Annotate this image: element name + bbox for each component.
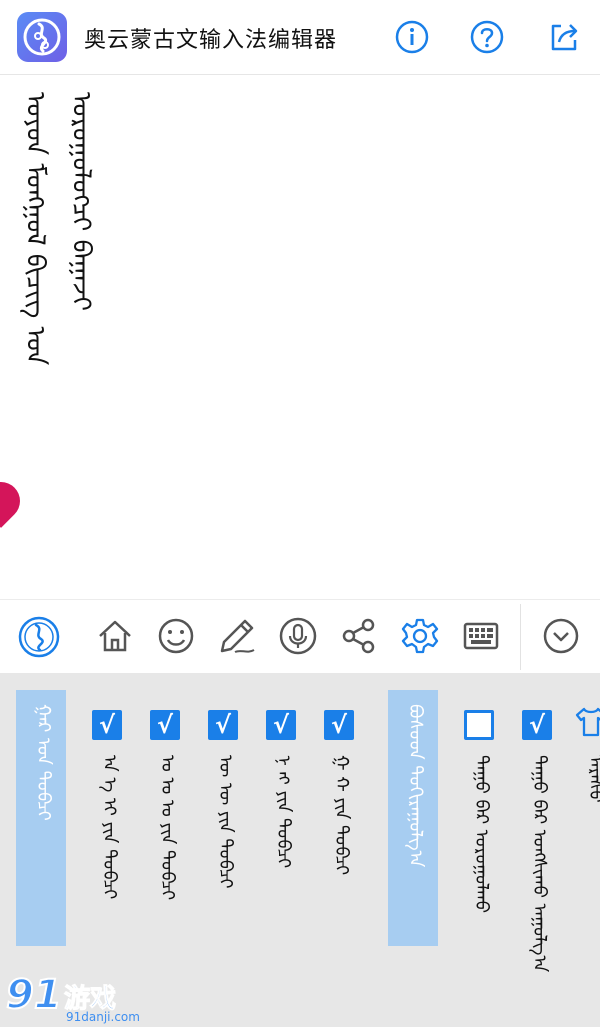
gear-icon [401, 618, 439, 654]
skin-theme-button[interactable] [574, 705, 600, 739]
option-label-4: ᠨ ᠩ ᠶᠢᠨ ᠲᠣᠪᠴᠢ [273, 755, 294, 869]
editor-text[interactable]: ᠣᠶᠤᠨ ᠮᠣᠩᠭᠣᠯ ᠪᠢᠴᠢᠭ ᠤᠨ ᠣᠷᠣᠭᠤᠯᠤᠭ᠌ᠴᠢ ᠪᠠᠭᠠᠵᠢ [12, 92, 104, 472]
handwriting-button[interactable] [217, 616, 257, 656]
app-logo-icon [17, 12, 67, 62]
collapse-button[interactable] [541, 616, 581, 656]
option-checkbox-5[interactable]: √ [324, 710, 354, 740]
home-icon [99, 620, 131, 652]
export-button[interactable] [547, 20, 581, 54]
option-checkbox-4[interactable]: √ [266, 710, 296, 740]
text-editor[interactable]: ᠣᠶᠤᠨ ᠮᠣᠩᠭᠣᠯ ᠪᠢᠴᠢᠭ ᠤᠨ ᠣᠷᠣᠭᠤᠯᠤᠭ᠌ᠴᠢ ᠪᠠᠭᠠᠵᠢ [0, 75, 600, 599]
cursor-handle[interactable] [0, 474, 28, 528]
share-export-icon [551, 24, 578, 51]
emoji-icon [158, 618, 194, 654]
option-label-7: ᠳᠠᠭᠤ ᠪᠠᠷ ᠤᠩᠰᠢᠬᠤ ᠠᠭᠤᠯᠭ᠎ᠠ [529, 755, 550, 973]
help-button[interactable] [470, 20, 504, 54]
toolbar-divider [520, 604, 521, 670]
help-icon [470, 20, 504, 54]
microphone-icon [279, 617, 317, 655]
option-label-1: ᠠ ᠡ ᠢ ᠶᠢᠨ ᠲᠣᠪᠴᠢ [99, 755, 120, 900]
chevron-down-icon [543, 618, 579, 654]
option-checkbox-6[interactable] [464, 710, 494, 740]
app-logo-icon [18, 616, 60, 658]
option-checkbox-3[interactable]: √ [208, 710, 238, 740]
keyboard-button[interactable] [461, 616, 501, 656]
app-title: 奥云蒙古文输入法编辑器 [84, 28, 338, 53]
watermark-logo: 91 游戏 91danji.com [5, 971, 140, 1024]
option-checkbox-2[interactable]: √ [150, 710, 180, 740]
group-header-other: ᠪᠤᠰᠤᠳ ᠲᠣᠬᠢᠷᠠᠭᠤᠯᠭ᠎ᠠ [388, 690, 438, 946]
info-button[interactable] [395, 20, 429, 54]
home-button[interactable] [95, 616, 135, 656]
option-label-5: ᠭ ᠬ ᠶᠢᠨ ᠲᠣᠪᠴᠢ [331, 755, 352, 876]
pencil-icon [220, 619, 255, 653]
emoji-button[interactable] [156, 616, 196, 656]
keyboard-icon [463, 622, 499, 650]
option-label-8: ᠠᠷᠠᠰᠤ [585, 755, 600, 803]
shirt-icon [575, 707, 600, 737]
group-header-keyboard: ᠭᠠᠷ ᠤᠨ ᠲᠣᠪᠴᠢ [16, 690, 66, 946]
settings-button[interactable] [400, 616, 440, 656]
share-button[interactable] [339, 616, 379, 656]
info-icon [395, 20, 429, 54]
option-label-6: ᠳᠠᠭᠤ ᠪᠠᠷ ᠣᠷᠣᠭᠤᠯᠬᠤ [471, 755, 492, 914]
app-logo-button[interactable] [18, 616, 60, 658]
option-label-3: ᠥ ᠦ ᠶᠢᠨ ᠲᠣᠪᠴᠢ [215, 755, 236, 889]
option-checkbox-1[interactable]: √ [92, 710, 122, 740]
option-label-2: ᠣ ᠣ ᠤ ᠶᠢᠨ ᠲᠣᠪᠴᠢ [157, 755, 178, 901]
share-icon [342, 618, 375, 654]
app-header: 奥云蒙古文输入法编辑器 [0, 0, 600, 75]
option-checkbox-7[interactable]: √ [522, 710, 552, 740]
voice-input-button[interactable] [278, 616, 318, 656]
bottom-toolbar [0, 599, 600, 674]
